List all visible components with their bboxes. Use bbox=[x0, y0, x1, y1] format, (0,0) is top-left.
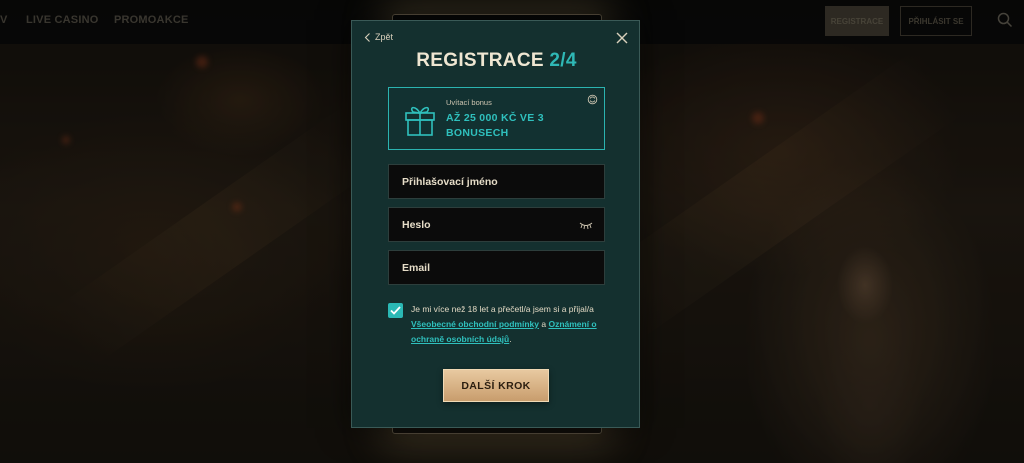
email-input[interactable] bbox=[402, 261, 577, 274]
registration-modal: Zpět REGISTRACE 2/4 Uvítací bonus AŽ 25 … bbox=[351, 20, 640, 428]
password-input[interactable] bbox=[402, 218, 577, 231]
gift-icon bbox=[405, 106, 435, 136]
close-icon[interactable] bbox=[615, 31, 629, 45]
bonus-label: Uvítací bonus bbox=[446, 98, 492, 107]
eye-closed-icon[interactable] bbox=[579, 221, 593, 230]
username-input[interactable] bbox=[402, 175, 577, 188]
chevron-left-icon bbox=[364, 32, 370, 42]
title-text: REGISTRACE bbox=[416, 50, 544, 71]
welcome-bonus-card: Uvítací bonus AŽ 25 000 KČ VE 3 BONUSECH bbox=[388, 87, 605, 150]
back-label: Zpět bbox=[375, 32, 394, 42]
consent-checkbox[interactable] bbox=[388, 303, 403, 318]
change-bonus-icon[interactable] bbox=[587, 94, 598, 105]
modal-title: REGISTRACE 2/4 bbox=[352, 50, 641, 72]
back-button[interactable]: Zpět bbox=[364, 32, 393, 42]
next-step-button[interactable]: DALŠÍ KROK bbox=[443, 369, 549, 402]
step-indicator: 2/4 bbox=[549, 50, 577, 71]
consent-text: Je mi více než 18 let a přečetl/a jsem s… bbox=[411, 302, 601, 347]
consent-text-end: . bbox=[509, 334, 512, 344]
checkmark-icon bbox=[390, 306, 401, 315]
bonus-value: AŽ 25 000 KČ VE 3 BONUSECH bbox=[446, 112, 544, 139]
password-field[interactable] bbox=[388, 207, 605, 242]
email-field[interactable] bbox=[388, 250, 605, 285]
consent-text-start: Je mi více než 18 let a přečetl/a jsem s… bbox=[411, 304, 594, 314]
terms-link[interactable]: Všeobecné obchodní podmínky bbox=[411, 319, 539, 329]
username-field[interactable] bbox=[388, 164, 605, 199]
